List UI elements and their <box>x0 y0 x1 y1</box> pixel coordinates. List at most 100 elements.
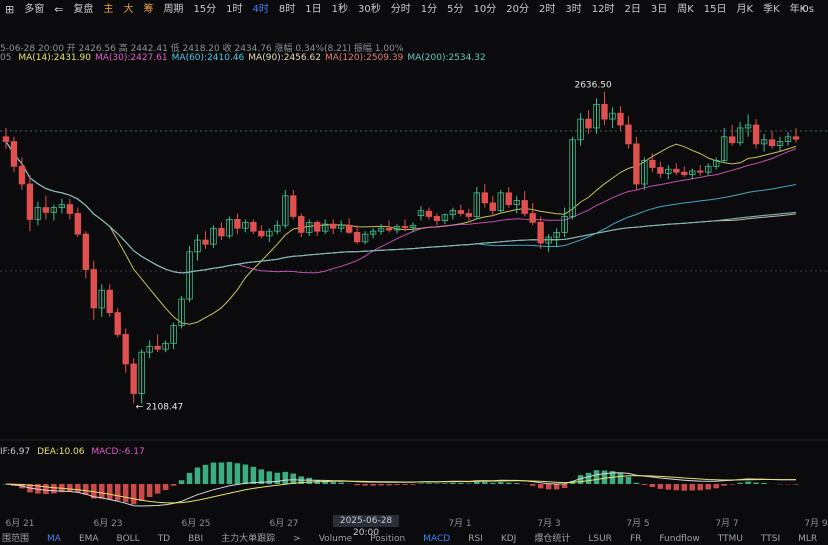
candle-body-75 <box>601 103 608 120</box>
macd-bar-12 <box>98 484 105 499</box>
candle-body-39 <box>314 221 321 232</box>
macd-bar-27 <box>218 462 225 484</box>
cursor-time-label: 2025-06-28 20:00 <box>333 515 399 538</box>
candle-body-82 <box>657 167 664 174</box>
candle-body-1 <box>10 141 18 167</box>
macd-bar-87 <box>697 484 704 491</box>
macd-bar-51 <box>410 484 416 485</box>
candle-body-78 <box>625 124 632 145</box>
macd-bar-46 <box>370 484 376 486</box>
macd-bar-53 <box>426 483 432 484</box>
indicator-tab-15[interactable]: Fundflow <box>650 533 708 545</box>
macd-bar-68 <box>545 484 552 490</box>
macd-bar-17 <box>138 484 145 501</box>
indicator-tab-18[interactable]: MLR <box>789 533 826 545</box>
indicator-tab-7[interactable]: Volume <box>310 533 361 545</box>
candle-body-84 <box>673 168 680 173</box>
macd-bar-34 <box>274 472 281 484</box>
macd-bar-77 <box>617 473 624 484</box>
indicator-tabs: 围范围 MA EMA BOLL TD BBI 主力大单跟踪 > Volume Position M… <box>0 533 828 545</box>
macd-bar-74 <box>593 470 600 484</box>
candle-body-91 <box>728 136 736 144</box>
date-tick-4: 7月 1 <box>448 519 472 529</box>
macd-bar-84 <box>673 484 680 491</box>
indicator-tab-0[interactable]: MA <box>38 533 70 545</box>
date-tick-3: 6月 27 <box>269 519 299 529</box>
candle-body-53 <box>425 210 433 217</box>
date-tick-5: 7月 3 <box>537 519 561 529</box>
macd-bar-67 <box>537 484 544 489</box>
macd-bar-49 <box>394 484 400 486</box>
macd-bar-8 <box>67 484 73 492</box>
indicator-tab-11[interactable]: KDJ <box>492 533 526 545</box>
candle-body-41 <box>329 223 337 229</box>
candle-body-9 <box>74 213 82 235</box>
candle-body-29 <box>234 218 241 229</box>
low-annotation: ← 2108.47 <box>136 402 184 412</box>
indicator-tab-10[interactable]: RSI <box>459 533 492 545</box>
macd-bar-14 <box>114 484 121 501</box>
macd-bar-85 <box>681 484 688 491</box>
macd-bar-57 <box>458 483 464 484</box>
macd-bar-79 <box>633 482 640 484</box>
macd-bar-50 <box>402 484 408 485</box>
indicator-tab-6[interactable]: > <box>284 533 310 545</box>
indicator-tab-17[interactable]: TTSI <box>752 533 789 545</box>
macd-bar-91 <box>729 484 735 485</box>
candle-body-43 <box>345 224 353 233</box>
candle-body-57 <box>457 210 465 214</box>
macd-bar-94 <box>753 482 759 484</box>
macd-bar-90 <box>721 484 727 486</box>
macd-legend: IF:6.97 DEA:10.06 MACD:-6.17 <box>0 447 145 457</box>
candle-body-32 <box>258 230 265 237</box>
macd-value-label: MACD:-6.17 <box>91 447 145 457</box>
macd-bar-24 <box>194 467 201 484</box>
macd-bar-60 <box>481 482 488 484</box>
macd-bar-31 <box>250 466 257 484</box>
indicator-tab-13[interactable]: LSUR <box>579 533 621 545</box>
indicator-tab-16[interactable]: TTMU <box>709 533 752 545</box>
macd-bar-70 <box>561 484 568 488</box>
candle-body-50 <box>401 226 409 229</box>
date-tick-2: 6月 25 <box>181 519 211 529</box>
indicator-tab-5[interactable]: 主力大单跟踪 <box>212 533 284 545</box>
indicator-tab-1[interactable]: EMA <box>70 533 108 545</box>
candlestick-chart[interactable]: 2636.50 ← 2108.47 <box>0 0 828 545</box>
candle-body-48 <box>385 227 393 231</box>
macd-bar-64 <box>513 482 520 484</box>
candle-body-96 <box>768 139 776 147</box>
macd-bar-69 <box>553 484 560 490</box>
candle-body-58 <box>465 213 473 217</box>
indicator-tab-3[interactable]: TD <box>149 533 179 545</box>
macd-bar-41 <box>330 481 336 484</box>
candle-body-27 <box>218 227 225 237</box>
range-label: 围范围 <box>2 534 30 544</box>
macd-bar-5 <box>43 484 49 495</box>
macd-bar-28 <box>226 462 233 484</box>
macd-bar-44 <box>354 484 360 486</box>
macd-bar-80 <box>641 484 648 485</box>
candle-body-0 <box>2 136 10 142</box>
candle-body-10 <box>82 233 89 270</box>
indicator-tab-14[interactable]: FR <box>621 533 650 545</box>
macd-bar-61 <box>489 482 496 484</box>
candle-body-8 <box>66 204 74 214</box>
candle-body-31 <box>250 221 257 232</box>
indicator-tab-12[interactable]: 爆仓统计 <box>525 533 579 545</box>
candle-body-60 <box>481 192 488 204</box>
indicator-tab-2[interactable]: BOLL <box>108 533 149 545</box>
indicator-tab-8[interactable]: Position <box>361 533 414 545</box>
macd-bar-20 <box>162 484 169 491</box>
candle-body-79 <box>633 143 640 185</box>
macd-bar-35 <box>282 471 289 484</box>
macd-bar-93 <box>745 481 751 484</box>
candle-body-2 <box>18 165 26 185</box>
macd-bar-55 <box>442 483 448 484</box>
candle-body-81 <box>649 159 656 168</box>
candle-body-54 <box>433 216 441 221</box>
candle-body-36 <box>290 195 297 217</box>
indicator-tab-9[interactable]: MACD <box>414 533 459 545</box>
macd-bar-82 <box>657 484 664 489</box>
macd-bar-23 <box>186 472 193 484</box>
indicator-tab-4[interactable]: BBI <box>179 533 212 545</box>
